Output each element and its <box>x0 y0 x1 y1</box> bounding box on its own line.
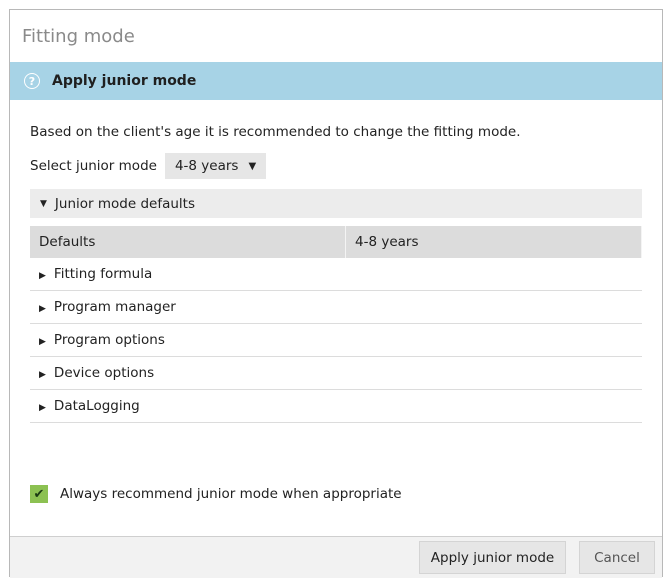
select-label: Select junior mode <box>30 158 157 174</box>
row-program-options[interactable]: ▶ Program options <box>30 323 642 357</box>
row-fitting-formula[interactable]: ▶ Fitting formula <box>30 258 642 291</box>
collapsed-triangle-icon: ▶ <box>39 304 46 314</box>
column-header-defaults: Defaults <box>30 226 346 258</box>
apply-junior-mode-button[interactable]: Apply junior mode <box>419 541 566 574</box>
collapsed-triangle-icon: ▶ <box>39 337 46 347</box>
collapsed-triangle-icon: ▶ <box>39 370 46 380</box>
junior-mode-banner: ? Apply junior mode <box>10 62 662 100</box>
column-header-age: 4-8 years <box>345 226 642 258</box>
expanded-triangle-icon: ▼ <box>40 198 47 209</box>
table-row[interactable]: ▶ Program options <box>30 323 642 357</box>
junior-mode-dropdown[interactable]: 4-8 years ▼ <box>164 153 267 179</box>
table-header-row: Defaults 4-8 years <box>30 226 642 258</box>
cancel-button[interactable]: Cancel <box>579 541 655 574</box>
collapsed-triangle-icon: ▶ <box>39 271 46 281</box>
dialog-content: Based on the client's age it is recommen… <box>10 124 662 423</box>
defaults-table: Defaults 4-8 years ▶ Fitting formula ▶ Pro… <box>30 226 642 423</box>
row-device-options[interactable]: ▶ Device options <box>30 356 642 390</box>
junior-mode-defaults-toggle[interactable]: ▼ Junior mode defaults <box>30 189 642 218</box>
row-label: Program options <box>53 332 165 348</box>
table-row[interactable]: ▶ Device options <box>30 356 642 390</box>
row-label: Fitting formula <box>53 266 153 282</box>
table-row[interactable]: ▶ Program manager <box>30 290 642 324</box>
row-label: Program manager <box>53 299 176 315</box>
banner-text: Apply junior mode <box>52 73 197 89</box>
chevron-down-icon: ▼ <box>248 160 257 172</box>
table-row[interactable]: ▶ Fitting formula <box>30 258 642 291</box>
row-program-manager[interactable]: ▶ Program manager <box>30 290 642 324</box>
junior-mode-select-row: Select junior mode 4-8 years ▼ <box>30 153 642 179</box>
dialog-footer: Apply junior mode Cancel <box>10 536 662 578</box>
always-recommend-checkbox[interactable]: ✔ <box>30 485 48 503</box>
collapsed-triangle-icon: ▶ <box>39 403 46 413</box>
row-label: DataLogging <box>53 398 140 414</box>
row-label: Device options <box>53 365 155 381</box>
table-row[interactable]: ▶ DataLogging <box>30 389 642 423</box>
recommendation-text: Based on the client's age it is recommen… <box>30 124 521 140</box>
help-icon[interactable]: ? <box>24 73 40 89</box>
fitting-mode-dialog: Fitting mode ? Apply junior mode Based o… <box>9 9 663 578</box>
always-recommend-option: ✔ Always recommend junior mode when appr… <box>30 485 402 503</box>
section-title: Junior mode defaults <box>54 195 195 212</box>
row-datalogging[interactable]: ▶ DataLogging <box>30 389 642 423</box>
dropdown-value: 4-8 years <box>174 158 239 174</box>
checkbox-label: Always recommend junior mode when approp… <box>60 486 402 502</box>
dialog-title: Fitting mode <box>22 25 135 47</box>
